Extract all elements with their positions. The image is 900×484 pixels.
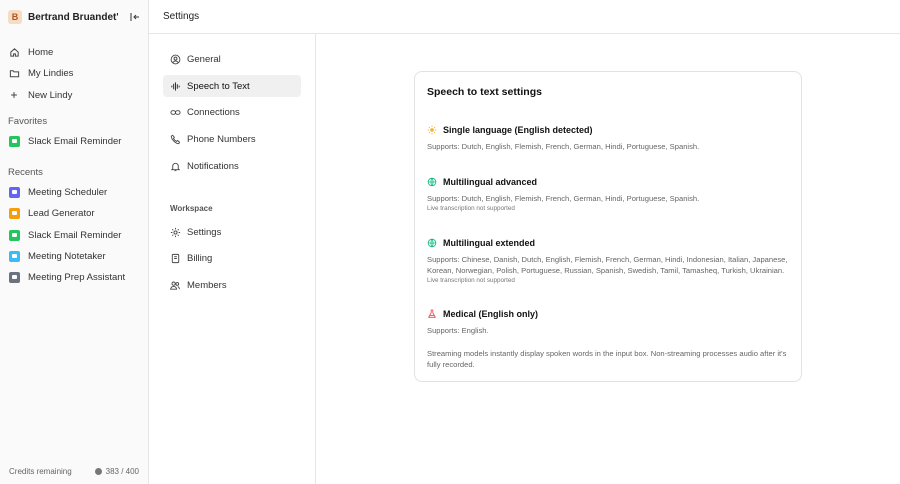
recent-item[interactable]: Meeting Notetaker bbox=[4, 246, 144, 266]
calendar-app-icon bbox=[8, 186, 20, 198]
nav-home-label: Home bbox=[28, 46, 54, 58]
folder-icon bbox=[8, 67, 20, 79]
settings-tab-billing-label: Billing bbox=[187, 252, 213, 264]
phone-icon bbox=[169, 133, 181, 145]
card-title: Speech to text settings bbox=[427, 86, 542, 98]
sun-icon bbox=[427, 125, 437, 135]
waveform-icon bbox=[169, 80, 181, 92]
settings-tab-notifications-label: Notifications bbox=[187, 160, 239, 172]
option-single-language[interactable]: Single language (English detected) Suppo… bbox=[427, 123, 791, 152]
recent-item-label: Slack Email Reminder bbox=[28, 229, 122, 241]
option-title: Multilingual advanced bbox=[443, 177, 538, 187]
speech-to-text-card: Speech to text settings Single language … bbox=[414, 71, 802, 382]
credits-counter: 383 / 400 bbox=[94, 467, 139, 476]
settings-tab-notifications[interactable]: Notifications bbox=[163, 155, 301, 177]
settings-tab-connections-label: Connections bbox=[187, 106, 240, 118]
bell-icon bbox=[169, 160, 181, 172]
recent-item[interactable]: Meeting Prep Assistant bbox=[4, 267, 144, 287]
favorites-heading: Favorites bbox=[8, 116, 48, 127]
option-supports: Supports: Dutch, English, Flemish, Frenc… bbox=[427, 142, 700, 151]
option-medical[interactable]: Medical (English only) Supports: English… bbox=[427, 307, 791, 336]
workspace-switcher[interactable]: B Bertrand Bruandet's... bbox=[8, 9, 142, 25]
nav-home[interactable]: Home bbox=[4, 42, 144, 62]
settings-tab-members-label: Members bbox=[187, 279, 227, 291]
credits-label: Credits remaining bbox=[9, 467, 72, 476]
workspace-heading: Workspace bbox=[170, 204, 213, 213]
credits-icon bbox=[94, 468, 102, 475]
recent-item-label: Meeting Scheduler bbox=[28, 186, 108, 198]
option-title: Multilingual extended bbox=[443, 238, 536, 248]
workspace-name: Bertrand Bruandet's... bbox=[28, 11, 118, 23]
option-note: Live transcription not supported bbox=[427, 205, 515, 212]
recent-item-label: Meeting Notetaker bbox=[28, 250, 106, 262]
settings-tab-speech-to-text-label: Speech to Text bbox=[187, 80, 250, 92]
credits-value: 383 / 400 bbox=[105, 467, 139, 476]
gear-icon bbox=[169, 226, 181, 238]
settings-tab-members[interactable]: Members bbox=[163, 274, 301, 296]
recent-item[interactable]: Slack Email Reminder bbox=[4, 225, 144, 245]
favorite-item[interactable]: Slack Email Reminder bbox=[4, 131, 144, 151]
option-supports: Supports: Dutch, English, Flemish, Frenc… bbox=[427, 194, 700, 203]
settings-tab-phone-numbers[interactable]: Phone Numbers bbox=[163, 128, 301, 150]
settings-tab-workspace-settings[interactable]: Settings bbox=[163, 221, 301, 243]
lead-app-icon bbox=[8, 207, 20, 219]
nav-my-lindies[interactable]: My Lindies bbox=[4, 63, 144, 83]
page-title: Settings bbox=[163, 11, 200, 22]
app-sidebar: B Bertrand Bruandet's... Home My Lindies… bbox=[0, 0, 149, 484]
user-circle-icon bbox=[169, 53, 181, 65]
workspace-avatar: B bbox=[8, 10, 22, 24]
page-header: Settings bbox=[149, 0, 900, 34]
settings-tab-general-label: General bbox=[187, 53, 221, 65]
flask-icon bbox=[427, 309, 437, 319]
globe-icon bbox=[427, 177, 437, 187]
streaming-footnote: Streaming models instantly display spoke… bbox=[427, 349, 787, 369]
recent-item[interactable]: Lead Generator bbox=[4, 203, 144, 223]
settings-tab-billing[interactable]: Billing bbox=[163, 247, 301, 269]
option-title: Single language (English detected) bbox=[443, 125, 593, 135]
slack-app-icon bbox=[8, 229, 20, 241]
settings-nav: General Speech to Text Connections Phone… bbox=[149, 34, 316, 484]
users-icon bbox=[169, 279, 181, 291]
option-title: Medical (English only) bbox=[443, 309, 539, 319]
nav-new-lindy[interactable]: New Lindy bbox=[4, 85, 144, 105]
slack-app-icon bbox=[8, 135, 20, 147]
option-multilingual-advanced[interactable]: Multilingual advanced Supports: Dutch, E… bbox=[427, 175, 791, 213]
notetaker-app-icon bbox=[8, 250, 20, 262]
settings-tab-speech-to-text[interactable]: Speech to Text bbox=[163, 75, 301, 97]
receipt-icon bbox=[169, 252, 181, 264]
link-icon bbox=[169, 106, 181, 118]
recent-item-label: Meeting Prep Assistant bbox=[28, 271, 126, 283]
collapse-sidebar-icon[interactable] bbox=[128, 10, 142, 24]
option-multilingual-extended[interactable]: Multilingual extended Supports: Chinese,… bbox=[427, 236, 791, 285]
globe-icon bbox=[427, 238, 437, 248]
nav-my-lindies-label: My Lindies bbox=[28, 67, 74, 79]
settings-tab-general[interactable]: General bbox=[163, 48, 301, 70]
settings-tab-workspace-settings-label: Settings bbox=[187, 226, 222, 238]
settings-tab-connections[interactable]: Connections bbox=[163, 101, 301, 123]
home-icon bbox=[8, 46, 20, 58]
plus-icon bbox=[8, 89, 20, 101]
nav-new-lindy-label: New Lindy bbox=[28, 89, 73, 101]
favorite-item-label: Slack Email Reminder bbox=[28, 135, 122, 147]
recent-item[interactable]: Meeting Scheduler bbox=[4, 182, 144, 202]
heart-app-icon bbox=[8, 271, 20, 283]
option-supports: Supports: Chinese, Danish, Dutch, Englis… bbox=[427, 255, 788, 275]
option-supports: Supports: English. bbox=[427, 326, 489, 335]
settings-tab-phone-numbers-label: Phone Numbers bbox=[187, 133, 256, 145]
option-note: Live transcription not supported bbox=[427, 277, 515, 284]
recent-item-label: Lead Generator bbox=[28, 207, 95, 219]
recents-heading: Recents bbox=[8, 167, 43, 178]
